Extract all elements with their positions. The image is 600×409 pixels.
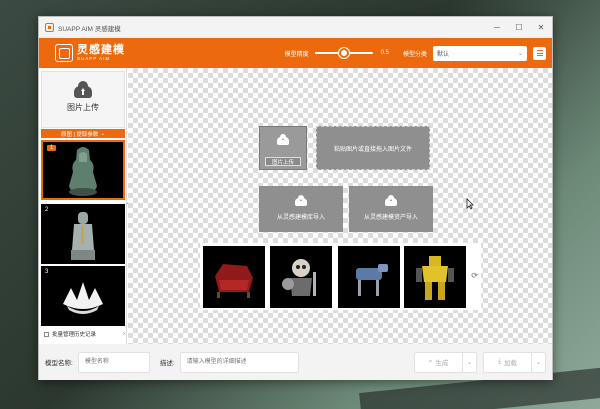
app-header: 灵感建模 SUAPP AIM 模型精度 0.5 模型分类 默认 ⌄ [39, 38, 552, 68]
sample-robot-dog[interactable] [338, 246, 400, 308]
mode-tab[interactable]: 原图 | 提取参数 ⌄ [41, 129, 125, 138]
category-label: 模型分类 [402, 51, 427, 58]
load-button[interactable]: ⤓ 加载 ⌄ [483, 351, 546, 373]
app-window: SUAPP AIM 灵感建模 ─ ☐ ✕ 灵感建模 SUAPP AIM 模型精度… [38, 16, 553, 380]
import-assets-label: 从灵感建模资产导入 [363, 214, 418, 221]
paste-hint: 粘贴图片或直接拖入图片文件 [333, 146, 412, 153]
search-icon: ⌕ [428, 358, 433, 365]
item-number: 2 [45, 207, 49, 213]
description-label: 描述: [159, 360, 175, 367]
thumb-image-white-lotus [63, 282, 103, 314]
paste-drop-area[interactable]: 粘贴图片或直接拖入图片文件 [316, 126, 430, 170]
sample-gallery: ⟳ [200, 243, 481, 310]
canvas-area: 图片上传 粘贴图片或直接拖入图片文件 从灵感建模库导入 从灵感建模资产导入 ⟳ [128, 68, 552, 344]
chevron-down-icon: ⌄ [517, 50, 523, 57]
import-assets-button[interactable]: 从灵感建模资产导入 [349, 186, 433, 232]
brand-subtitle: SUAPP AIM [77, 55, 111, 61]
item-number: 3 [45, 269, 49, 275]
thumb-image-statue-figure [71, 212, 95, 260]
precision-label: 模型精度 [284, 51, 309, 58]
upload-label: 图片上传 [67, 103, 99, 112]
history-item-2[interactable]: 2 [41, 204, 125, 264]
cloud-upload-icon [277, 134, 289, 145]
canvas-upload-button[interactable]: 图片上传 [259, 126, 307, 170]
minimize-button[interactable]: ─ [486, 17, 508, 38]
model-name-input[interactable] [77, 351, 150, 373]
cloud-upload-icon [295, 194, 307, 206]
cloud-upload-icon [74, 81, 92, 98]
close-button[interactable]: ✕ [530, 17, 552, 38]
slider-thumb[interactable] [338, 48, 349, 58]
sample-yellow-mech[interactable] [404, 246, 466, 308]
bottom-bar: 模型名称: 描述: ⌕ 生成 ⌄ ⤓ 加载 ⌄ [39, 344, 552, 380]
mouse-cursor-icon [466, 198, 474, 210]
history-label: 批量管理历史记录 [52, 332, 97, 338]
category-select-value: 默认 [437, 51, 450, 58]
chevron-down-icon: ⌄ [100, 130, 106, 137]
title-bar: SUAPP AIM 灵感建模 ─ ☐ ✕ [39, 17, 552, 38]
generate-label: 生成 [435, 360, 449, 367]
brand-logo-icon [55, 44, 73, 62]
download-icon: ⤓ [498, 358, 501, 365]
brand-name: 灵感建模 [77, 43, 125, 56]
brand: 灵感建模 SUAPP AIM [55, 44, 125, 62]
sample-skull-warrior[interactable] [270, 246, 332, 308]
window-title: SUAPP AIM 灵感建模 [58, 25, 121, 33]
checkbox-icon [44, 331, 49, 337]
item-number: 1 [47, 145, 57, 151]
precision-slider[interactable] [314, 48, 373, 58]
category-select[interactable]: 默认 ⌄ [433, 45, 527, 61]
image-upload-button[interactable]: 图片上传 [41, 71, 125, 128]
mode-tab-label: 原图 | 提取参数 [60, 131, 99, 138]
cloud-upload-icon [385, 194, 397, 206]
menu-button[interactable] [533, 46, 546, 60]
sidebar: 图片上传 原图 | 提取参数 ⌄ 1 2 3 批量管理历史记录 › [39, 68, 127, 344]
description-input[interactable] [179, 351, 299, 373]
model-name-label: 模型名称: [45, 360, 73, 367]
generate-button[interactable]: ⌕ 生成 ⌄ [414, 351, 477, 373]
import-library-button[interactable]: 从灵感建模库导入 [259, 186, 343, 232]
chevron-down-icon[interactable]: ⌄ [462, 352, 476, 372]
main-area: 图片上传 原图 | 提取参数 ⌄ 1 2 3 批量管理历史记录 › 图片上传 粘… [39, 68, 552, 344]
precision-value: 0.5 [380, 50, 389, 56]
load-label: 加载 [503, 360, 517, 367]
app-logo-icon [45, 23, 54, 32]
canvas-upload-label: 图片上传 [265, 157, 301, 166]
maximize-button[interactable]: ☐ [508, 17, 530, 38]
chevron-down-icon[interactable]: ⌄ [531, 352, 545, 372]
history-item-3[interactable]: 3 [41, 266, 125, 326]
sample-red-armchair[interactable] [203, 246, 265, 308]
batch-history-link[interactable]: 批量管理历史记录 › [41, 327, 125, 341]
chevron-right-icon: › [123, 331, 125, 337]
history-item-1[interactable]: 1 [41, 140, 125, 200]
import-library-label: 从灵感建模库导入 [276, 214, 325, 221]
refresh-icon[interactable]: ⟳ [471, 271, 478, 280]
